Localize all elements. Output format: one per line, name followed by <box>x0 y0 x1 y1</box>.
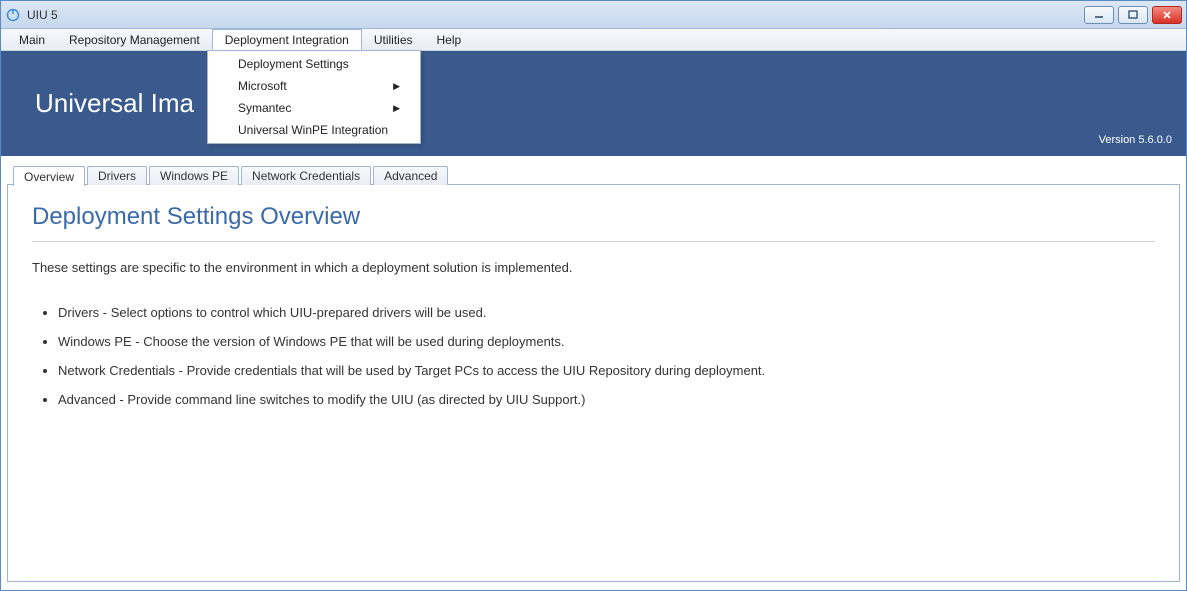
tab-pane-overview: Deployment Settings Overview These setti… <box>7 184 1180 582</box>
dropdown-deployment-integration: Deployment Settings Microsoft ▶ Symantec… <box>207 50 421 144</box>
content-area: Overview Drivers Windows PE Network Cred… <box>1 156 1186 590</box>
pane-title: Deployment Settings Overview <box>32 203 1155 231</box>
tab-overview[interactable]: Overview <box>13 166 85 186</box>
list-item: Advanced - Provide command line switches… <box>58 392 1155 407</box>
dropdown-item-symantec[interactable]: Symantec ▶ <box>210 97 418 119</box>
tab-strip: Overview Drivers Windows PE Network Cred… <box>7 163 1180 185</box>
tab-windows-pe[interactable]: Windows PE <box>149 166 239 185</box>
pane-intro: These settings are specific to the envir… <box>32 260 1155 275</box>
minimize-button[interactable] <box>1084 6 1114 24</box>
dropdown-item-label: Symantec <box>238 101 291 115</box>
titlebar: UIU 5 <box>1 1 1186 29</box>
banner-version: Version 5.6.0.0 <box>1099 134 1172 146</box>
window-title: UIU 5 <box>27 8 58 22</box>
dropdown-item-label: Universal WinPE Integration <box>238 123 388 137</box>
menu-utilities[interactable]: Utilities <box>362 29 425 50</box>
dropdown-item-microsoft[interactable]: Microsoft ▶ <box>210 75 418 97</box>
dropdown-item-label: Microsoft <box>238 79 287 93</box>
menu-repository-management[interactable]: Repository Management <box>57 29 212 50</box>
tab-network-credentials[interactable]: Network Credentials <box>241 166 371 185</box>
app-window: UIU 5 Main Repository Management Deploym… <box>0 0 1187 591</box>
pane-bullet-list: Drivers - Select options to control whic… <box>32 305 1155 407</box>
banner: Universal Ima Version 5.6.0.0 <box>1 51 1186 156</box>
submenu-arrow-icon: ▶ <box>393 81 400 92</box>
dropdown-item-universal-winpe[interactable]: Universal WinPE Integration <box>210 119 418 141</box>
menubar: Main Repository Management Deployment In… <box>1 29 1186 51</box>
banner-title: Universal Ima <box>35 88 194 119</box>
pane-divider <box>32 241 1155 242</box>
list-item: Drivers - Select options to control whic… <box>58 305 1155 320</box>
app-icon <box>5 7 21 23</box>
tab-advanced[interactable]: Advanced <box>373 166 448 185</box>
list-item: Windows PE - Choose the version of Windo… <box>58 334 1155 349</box>
submenu-arrow-icon: ▶ <box>393 103 400 114</box>
close-button[interactable] <box>1152 6 1182 24</box>
tab-drivers[interactable]: Drivers <box>87 166 147 185</box>
menu-help[interactable]: Help <box>425 29 474 50</box>
maximize-button[interactable] <box>1118 6 1148 24</box>
menu-main[interactable]: Main <box>7 29 57 50</box>
dropdown-item-deployment-settings[interactable]: Deployment Settings <box>210 53 418 75</box>
list-item: Network Credentials - Provide credential… <box>58 363 1155 378</box>
menu-deployment-integration[interactable]: Deployment Integration <box>212 29 362 50</box>
dropdown-item-label: Deployment Settings <box>238 57 349 71</box>
window-controls <box>1084 6 1182 24</box>
